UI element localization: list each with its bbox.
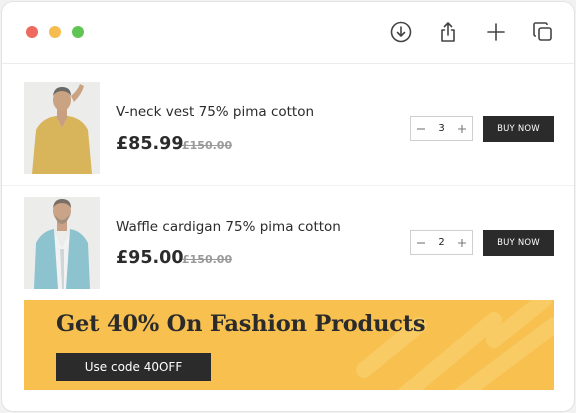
plus-icon [458,124,466,133]
quantity-stepper[interactable]: 3 [410,116,473,141]
buy-now-button[interactable]: BUY NOW [483,116,554,142]
decrease-quantity-button[interactable] [411,117,431,140]
plus-icon[interactable] [484,20,508,44]
product-image[interactable] [24,82,100,174]
copy-icon[interactable] [531,20,555,44]
product-price: £95.00 [116,248,184,268]
minus-icon [417,127,425,130]
minus-icon [417,241,425,244]
product-old-price: £150.00 [182,253,233,266]
maximize-window-button[interactable] [72,26,84,38]
product-name[interactable]: Waffle cardigan 75% pima cotton [116,219,341,235]
quantity-value[interactable]: 3 [432,123,452,134]
buy-now-button[interactable]: BUY NOW [483,230,554,256]
product-row: V-neck vest 75% pima cotton £85.99 £150.… [2,64,574,176]
plus-icon [458,238,466,247]
title-bar [2,2,574,64]
quantity-value[interactable]: 2 [432,237,452,248]
product-old-price: £150.00 [182,139,233,152]
product-price: £85.99 [116,134,184,154]
promo-banner[interactable]: Get 40% On Fashion Products Use code 40O… [24,300,554,390]
quantity-stepper[interactable]: 2 [410,230,473,255]
banner-title: Get 40% On Fashion Products [56,311,426,337]
close-window-button[interactable] [26,26,38,38]
app-window: V-neck vest 75% pima cotton £85.99 £150.… [1,1,575,412]
product-row: Waffle cardigan 75% pima cotton £95.00 £… [2,185,574,298]
download-icon[interactable] [389,20,413,44]
promo-code-button[interactable]: Use code 40OFF [56,353,211,381]
share-icon[interactable] [436,20,460,44]
decrease-quantity-button[interactable] [411,231,431,254]
product-name[interactable]: V-neck vest 75% pima cotton [116,104,314,120]
minimize-window-button[interactable] [49,26,61,38]
increase-quantity-button[interactable] [452,231,472,254]
increase-quantity-button[interactable] [452,117,472,140]
product-image[interactable] [24,197,100,289]
